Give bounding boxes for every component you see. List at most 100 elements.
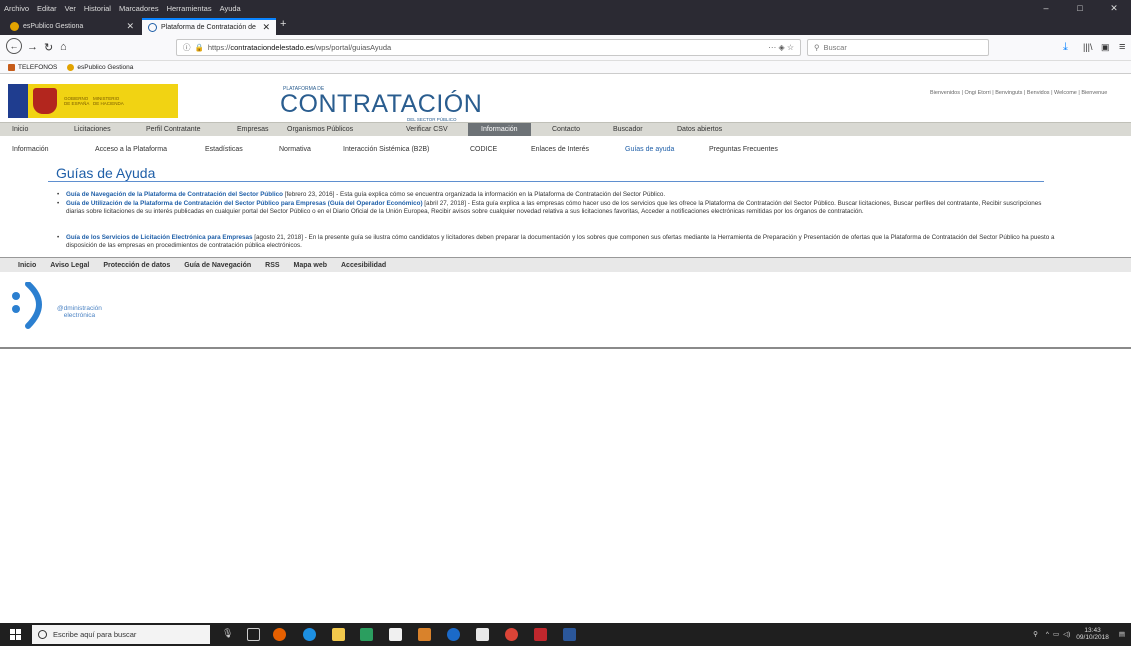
sub-menu-acceso[interactable]: Acceso a la Plataforma [95,146,167,153]
espublico-favicon-icon [10,22,19,31]
info-icon[interactable]: ⓘ [183,42,191,53]
acrobat-icon[interactable] [534,628,547,641]
main-menu: Inicio Licitaciones Perfil Contratante E… [0,122,1131,137]
home-icon[interactable]: ⌂ [60,41,67,53]
guide-item: • Guía de los Servicios de Licitación El… [57,234,1056,251]
internet-explorer-icon[interactable] [447,628,460,641]
search-placeholder: Buscar [823,43,847,52]
menu-herramientas[interactable]: Herramientas [163,4,216,13]
menu-marcadores[interactable]: Marcadores [115,4,163,13]
close-tab-icon[interactable]: ✕ [126,21,134,32]
mail-icon[interactable] [476,628,489,641]
page-actions-icons[interactable]: ··· ◈ ☆ [768,43,794,52]
store-icon[interactable] [389,628,402,641]
library-icon[interactable]: |||\ [1083,42,1093,52]
chrome-icon[interactable] [505,628,518,641]
bookmark-telefonos[interactable]: TELEFONOS [8,63,57,71]
app-icon[interactable] [418,628,431,641]
windows-taskbar: Escribe aquí para buscar 🎙 ⚲ ^ ▭ ◁) 13:4… [0,623,1131,646]
bullet-icon: • [57,234,60,241]
url-bar[interactable]: ⓘ 🔒 https://contrataciondelestado.es/wps… [176,39,801,56]
tab-espublico[interactable]: esPublico Gestiona ✕ [4,18,140,35]
footer-link-mapa-web[interactable]: Mapa web [294,262,327,269]
footer-link-guia-navegacion[interactable]: Guía de Navegación [184,262,251,269]
footer-link-rss[interactable]: RSS [265,262,279,269]
language-selector[interactable]: Bienvenidos | Ongi Etorri | Benvinguts |… [930,90,1107,96]
sub-menu-preguntas[interactable]: Preguntas Frecuentes [709,146,778,153]
main-menu-datos-abiertos[interactable]: Datos abiertos [677,126,722,133]
main-menu-inicio[interactable]: Inicio [12,126,28,133]
menu-ver[interactable]: Ver [61,4,80,13]
notifications-icon[interactable]: ▤ [1119,630,1125,638]
file-explorer-icon[interactable] [332,628,345,641]
app-icon[interactable] [360,628,373,641]
ministerio-text: MINISTERIO DE HACIENDA [93,96,124,106]
reload-icon[interactable]: ↻ [44,41,53,54]
footer-link-accesibilidad[interactable]: Accesibilidad [341,262,386,269]
main-menu-verificar-csv[interactable]: Verificar CSV [406,126,448,133]
guide-item: • Guía de Utilización de la Plataforma d… [57,200,1056,217]
url-host: contrataciondelestado.es [230,43,314,52]
menu-editar[interactable]: Editar [33,4,61,13]
gobierno-logo[interactable]: GOBIERNO DE ESPAÑA MINISTERIO DE HACIEND… [8,84,178,118]
sub-menu-enlaces[interactable]: Enlaces de Interés [531,146,589,153]
close-window-icon[interactable]: ✕ [1097,0,1131,16]
task-view-icon[interactable] [247,628,260,641]
sub-menu-informacion[interactable]: Información [12,146,49,153]
guide-link-licitacion[interactable]: Guía de los Servicios de Licitación Elec… [66,234,253,241]
volume-icon[interactable]: ◁) [1063,630,1070,638]
new-tab-icon[interactable]: + [280,18,286,30]
sub-menu-estadisticas[interactable]: Estadísticas [205,146,243,153]
menu-historial[interactable]: Historial [80,4,115,13]
guide-link-utilizacion[interactable]: Guía de Utilización de la Plataforma de … [66,200,423,207]
firefox-icon[interactable] [273,628,286,641]
sub-menu-guias[interactable]: Guías de ayuda [625,146,674,153]
edge-icon[interactable] [303,628,316,641]
system-clock[interactable]: 13:43 09/10/2018 [1076,627,1109,641]
administracion-electronica-logo-icon[interactable] [10,282,50,332]
windows-start-icon[interactable] [10,629,21,640]
main-menu-buscador[interactable]: Buscador [613,126,643,133]
menu-archivo[interactable]: Archivo [0,4,33,13]
sub-menu: Información Acceso a la Plataforma Estad… [0,136,1131,164]
main-menu-licitaciones[interactable]: Licitaciones [74,126,111,133]
download-icon[interactable]: ⤓ [1063,41,1068,54]
taskbar-search-placeholder: Escribe aquí para buscar [53,630,137,639]
bookmarks-bar: TELEFONOS esPublico Gestiona [0,61,1131,74]
close-tab-icon[interactable]: ✕ [262,22,270,33]
guide-description: [febrero 23, 2016] - Esta guía explica c… [282,191,666,198]
main-menu-contacto[interactable]: Contacto [552,126,580,133]
maximize-icon[interactable]: □ [1063,0,1097,16]
search-icon: ⚲ [814,43,820,52]
footer-link-inicio[interactable]: Inicio [18,262,36,269]
footer-link-proteccion-datos[interactable]: Protección de datos [103,262,170,269]
tab-plataforma[interactable]: Plataforma de Contratación de ✕ [142,18,276,35]
taskbar-search-input[interactable]: Escribe aquí para buscar [32,625,210,644]
bullet-icon: • [57,200,60,207]
people-icon[interactable]: ⚲ [1033,630,1038,638]
sub-menu-b2b[interactable]: Interacción Sistémica (B2B) [343,146,429,153]
footer-links: Inicio Aviso Legal Protección de datos G… [0,258,1131,272]
main-menu-perfil-contratante[interactable]: Perfil Contratante [146,126,200,133]
main-menu-empresas[interactable]: Empresas [237,126,269,133]
eu-flag-icon [8,84,28,118]
minimize-icon[interactable]: – [1029,0,1063,16]
sidebar-icon[interactable]: ▣ [1101,42,1110,53]
network-icon[interactable]: ▭ [1053,630,1059,638]
forward-icon[interactable]: → [27,41,38,53]
menu-ayuda[interactable]: Ayuda [216,4,245,13]
hamburger-menu-icon[interactable]: ≡ [1119,41,1125,53]
microphone-icon[interactable]: 🎙 [222,628,235,641]
main-menu-organismos[interactable]: Organismos Públicos [287,126,353,133]
brand-logo-text[interactable]: CONTRATACIÓN [280,90,482,119]
word-icon[interactable] [563,628,576,641]
back-icon[interactable]: ← [6,38,22,54]
main-menu-informacion[interactable]: Información [468,123,531,137]
search-box[interactable]: ⚲ Buscar [807,39,989,56]
sub-menu-normativa[interactable]: Normativa [279,146,311,153]
sub-menu-codice[interactable]: CODICE [470,146,497,153]
bookmark-espublico[interactable]: esPublico Gestiona [67,63,133,71]
tray-chevron-icon[interactable]: ^ [1046,631,1049,638]
footer-link-aviso-legal[interactable]: Aviso Legal [50,262,89,269]
guide-link-navegacion[interactable]: Guía de Navegación de la Plataforma de C… [66,191,283,198]
